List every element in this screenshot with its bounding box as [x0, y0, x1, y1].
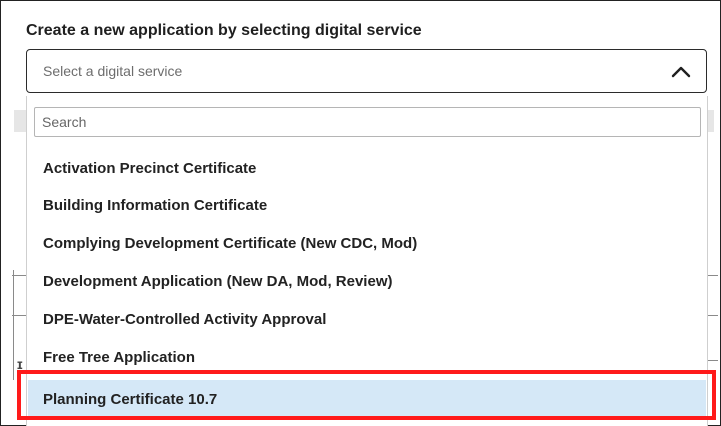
digital-service-select[interactable]: Select a digital service: [26, 49, 707, 93]
dropdown-option[interactable]: Development Application (New DA, Mod, Re…: [28, 266, 706, 298]
form-heading: Create a new application by selecting di…: [26, 22, 422, 39]
dropdown-option[interactable]: Activation Precinct Certificate: [28, 153, 706, 185]
service-dropdown-panel: Activation Precinct Certificate Building …: [26, 96, 708, 426]
dropdown-option[interactable]: Building Information Certificate: [28, 190, 706, 222]
background-divider: [12, 315, 26, 316]
dropdown-option[interactable]: Planning Certificate 10.7: [28, 380, 706, 420]
background-text-fragment: ɪ: [17, 356, 23, 372]
dropdown-option[interactable]: Free Tree Application: [28, 342, 706, 374]
dropdown-option[interactable]: Complying Development Certificate (New C…: [28, 228, 706, 260]
background-row-fragment: [14, 110, 26, 132]
search-input[interactable]: [34, 107, 701, 137]
dropdown-option[interactable]: DPE-Water-Controlled Activity Approval: [28, 304, 706, 336]
background-divider: [708, 315, 718, 316]
background-divider: [708, 275, 718, 276]
select-placeholder: Select a digital service: [43, 63, 183, 79]
chevron-up-icon[interactable]: [670, 62, 692, 80]
background-border: [13, 270, 14, 380]
background-divider: [708, 360, 718, 361]
background-divider: [12, 275, 26, 276]
